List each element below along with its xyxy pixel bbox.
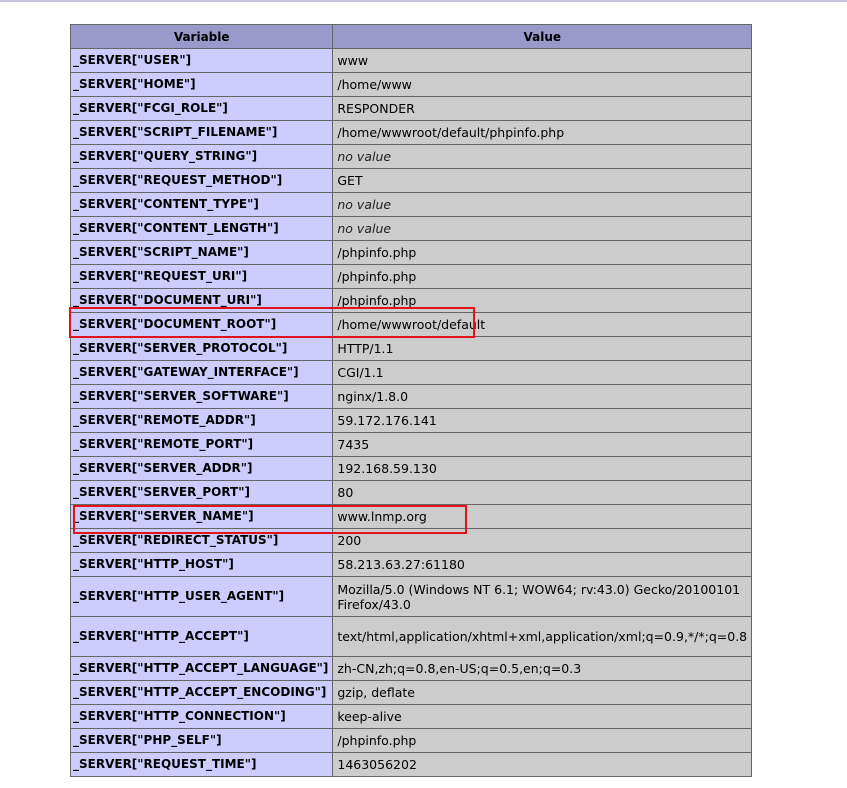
- table-row: _SERVER["REMOTE_PORT"] 7435: [69, 432, 753, 457]
- value-cell: HTTP/1.1: [332, 336, 753, 361]
- value-column-header: Value: [332, 24, 753, 49]
- table-row: _SERVER["HTTP_USER_AGENT"] Mozilla/5.0 (W…: [69, 576, 753, 617]
- no-value-text: no value: [337, 149, 392, 164]
- variable-cell: _SERVER["HTTP_HOST"]: [69, 552, 334, 577]
- value-cell: text/html,application/xhtml+xml,applicat…: [332, 616, 753, 657]
- variable-cell: _SERVER["SERVER_PORT"]: [69, 480, 334, 505]
- table-row: _SERVER["HOME"]/home/www: [69, 72, 753, 97]
- variable-cell: _SERVER["HTTP_ACCEPT_LANGUAGE"]: [69, 656, 334, 681]
- table-row: _SERVER["CONTENT_TYPE"] no value: [69, 192, 753, 217]
- table-row: _SERVER["REDIRECT_STATUS"] 200: [69, 528, 753, 553]
- table-row: _SERVER["HTTP_HOST"] 58.213.63.27:61180: [69, 552, 753, 577]
- value-cell: nginx/1.8.0: [332, 384, 753, 409]
- table-row: _SERVER["SCRIPT_FILENAME"]/home/wwwroot/…: [69, 120, 753, 145]
- table-row: _SERVER["FCGI_ROLE"] RESPONDER: [69, 96, 753, 121]
- value-cell: 7435: [332, 432, 753, 457]
- table-row: _SERVER["QUERY_STRING"] no value: [69, 144, 753, 169]
- table-row: _SERVER["REQUEST_TIME"] 1463056202: [69, 752, 753, 777]
- server-variables-table: Variable Value _SERVER["USER"] www _SERVER…: [69, 24, 753, 777]
- table-row: _SERVER["SERVER_PROTOCOL"] HTTP/1.1: [69, 336, 753, 361]
- value-cell: 200: [332, 528, 753, 553]
- variable-cell: _SERVER["REQUEST_URI"]: [69, 264, 334, 289]
- variable-cell: _SERVER["CONTENT_LENGTH"]: [69, 216, 334, 241]
- table-row: _SERVER["REQUEST_METHOD"] GET: [69, 168, 753, 193]
- table-row: _SERVER["REQUEST_URI"]/phpinfo.php: [69, 264, 753, 289]
- variable-cell: _SERVER["HTTP_ACCEPT"]: [69, 616, 334, 657]
- value-cell: /phpinfo.php: [332, 264, 753, 289]
- variable-cell: _SERVER["SERVER_NAME"]: [69, 504, 334, 529]
- variable-cell: _SERVER["SCRIPT_FILENAME"]: [69, 120, 334, 145]
- table-row: _SERVER["DOCUMENT_ROOT"]/home/wwwroot/de…: [69, 312, 753, 337]
- variable-cell: _SERVER["REQUEST_METHOD"]: [69, 168, 334, 193]
- value-cell: 1463056202: [332, 752, 753, 777]
- value-cell: /home/wwwroot/default: [332, 312, 753, 337]
- table-header-row: Variable Value: [69, 24, 753, 49]
- value-cell: no value: [332, 216, 753, 241]
- value-cell: zh-CN,zh;q=0.8,en-US;q=0.5,en;q=0.3: [332, 656, 753, 681]
- variable-cell: _SERVER["GATEWAY_INTERFACE"]: [69, 360, 334, 385]
- value-cell: 59.172.176.141: [332, 408, 753, 433]
- value-cell: keep-alive: [332, 704, 753, 729]
- table-row: _SERVER["REMOTE_ADDR"] 59.172.176.141: [69, 408, 753, 433]
- variable-cell: _SERVER["REMOTE_PORT"]: [69, 432, 334, 457]
- value-cell: no value: [332, 144, 753, 169]
- value-cell: /phpinfo.php: [332, 728, 753, 753]
- table-row: _SERVER["SERVER_ADDR"] 192.168.59.130: [69, 456, 753, 481]
- value-cell: /phpinfo.php: [332, 240, 753, 265]
- table-row: _SERVER["USER"] www: [69, 48, 753, 73]
- table-row: _SERVER["HTTP_CONNECTION"] keep-alive: [69, 704, 753, 729]
- no-value-text: no value: [337, 197, 392, 212]
- variable-cell: _SERVER["SERVER_ADDR"]: [69, 456, 334, 481]
- variable-cell: _SERVER["HTTP_ACCEPT_ENCODING"]: [69, 680, 334, 705]
- variable-cell: _SERVER["SERVER_SOFTWARE"]: [69, 384, 334, 409]
- variable-cell: _SERVER["PHP_SELF"]: [69, 728, 334, 753]
- table-body: _SERVER["USER"] www _SERVER["HOME"]/home/w…: [69, 48, 753, 777]
- table-row: _SERVER["SERVER_SOFTWARE"] nginx/1.8.0: [69, 384, 753, 409]
- top-divider: [0, 0, 847, 2]
- variable-cell: _SERVER["DOCUMENT_URI"]: [69, 288, 334, 313]
- table-row: _SERVER["SCRIPT_NAME"]/phpinfo.php: [69, 240, 753, 265]
- value-cell: RESPONDER: [332, 96, 753, 121]
- variable-cell: _SERVER["REMOTE_ADDR"]: [69, 408, 334, 433]
- variable-cell: _SERVER["SERVER_PROTOCOL"]: [69, 336, 334, 361]
- variable-column-header: Variable: [69, 24, 334, 49]
- value-cell: /home/www: [332, 72, 753, 97]
- variable-cell: _SERVER["REQUEST_TIME"]: [69, 752, 334, 777]
- value-cell: GET: [332, 168, 753, 193]
- value-cell: 192.168.59.130: [332, 456, 753, 481]
- variable-cell: _SERVER["HOME"]: [69, 72, 334, 97]
- value-cell: 80: [332, 480, 753, 505]
- variable-cell: _SERVER["USER"]: [69, 48, 334, 73]
- table-row: _SERVER["DOCUMENT_URI"]/phpinfo.php: [69, 288, 753, 313]
- no-value-text: no value: [337, 221, 392, 236]
- table-row: _SERVER["HTTP_ACCEPT_LANGUAGE"] zh-CN,zh;…: [69, 656, 753, 681]
- variable-cell: _SERVER["SCRIPT_NAME"]: [69, 240, 334, 265]
- value-cell: CGI/1.1: [332, 360, 753, 385]
- value-cell: 58.213.63.27:61180: [332, 552, 753, 577]
- table-row: _SERVER["CONTENT_LENGTH"] no value: [69, 216, 753, 241]
- variable-cell: _SERVER["HTTP_USER_AGENT"]: [69, 576, 334, 617]
- value-cell: gzip, deflate: [332, 680, 753, 705]
- value-cell: www: [332, 48, 753, 73]
- table-row: _SERVER["HTTP_ACCEPT_ENCODING"] gzip, def…: [69, 680, 753, 705]
- table-row: _SERVER["PHP_SELF"]/phpinfo.php: [69, 728, 753, 753]
- variable-cell: _SERVER["FCGI_ROLE"]: [69, 96, 334, 121]
- variable-cell: _SERVER["REDIRECT_STATUS"]: [69, 528, 334, 553]
- value-cell: /home/wwwroot/default/phpinfo.php: [332, 120, 753, 145]
- value-cell: /phpinfo.php: [332, 288, 753, 313]
- table-row: _SERVER["GATEWAY_INTERFACE"] CGI/1.1: [69, 360, 753, 385]
- variable-cell: _SERVER["CONTENT_TYPE"]: [69, 192, 334, 217]
- value-cell: Mozilla/5.0 (Windows NT 6.1; WOW64; rv:4…: [332, 576, 753, 617]
- variable-cell: _SERVER["QUERY_STRING"]: [69, 144, 334, 169]
- table-row: _SERVER["SERVER_NAME"] www.lnmp.org: [69, 504, 753, 529]
- variable-cell: _SERVER["DOCUMENT_ROOT"]: [69, 312, 334, 337]
- table-row: _SERVER["HTTP_ACCEPT"] text/html,applicat…: [69, 616, 753, 657]
- table-row: _SERVER["SERVER_PORT"] 80: [69, 480, 753, 505]
- value-cell: www.lnmp.org: [332, 504, 753, 529]
- value-cell: no value: [332, 192, 753, 217]
- variable-cell: _SERVER["HTTP_CONNECTION"]: [69, 704, 334, 729]
